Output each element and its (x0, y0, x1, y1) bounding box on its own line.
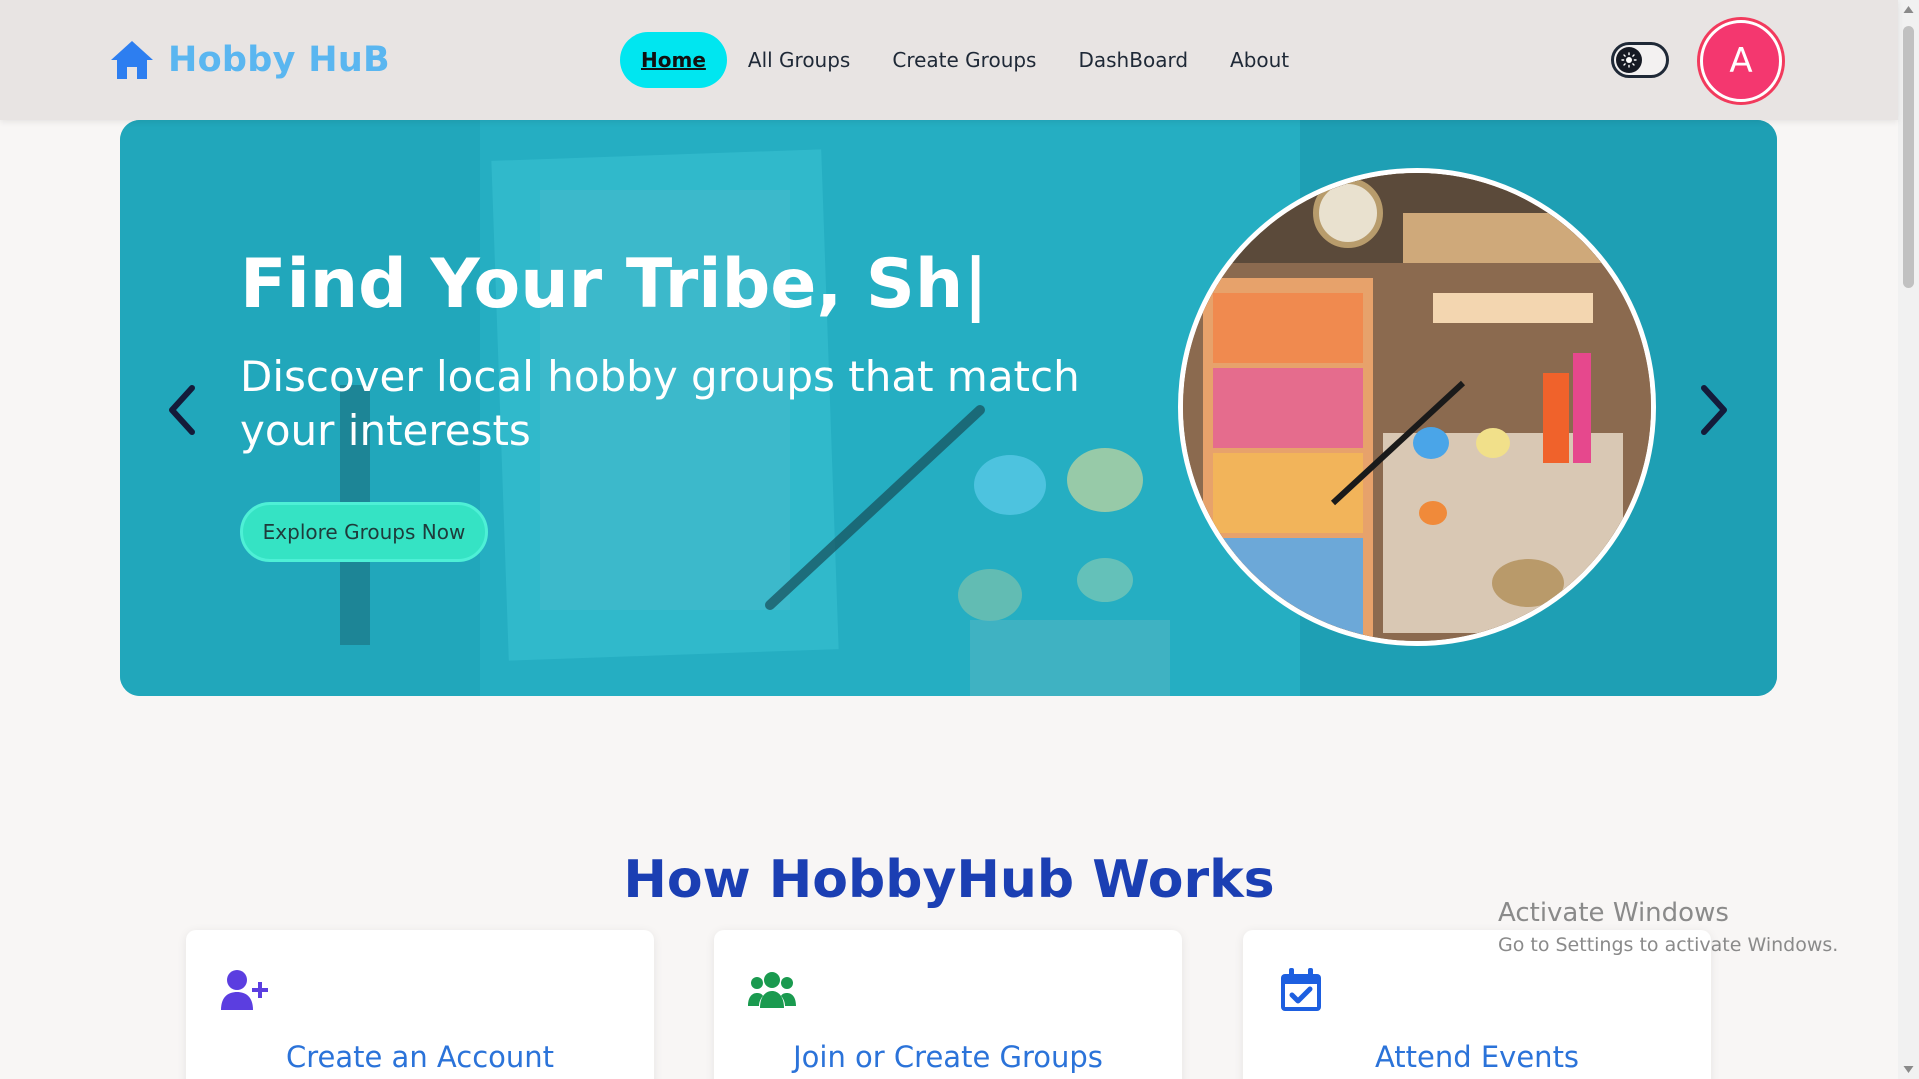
nav-all-groups[interactable]: All Groups (727, 32, 871, 88)
page-scrollbar[interactable] (1898, 0, 1919, 1079)
feature-card-title: Attend Events (1374, 1040, 1580, 1074)
carousel-prev-button[interactable] (158, 382, 206, 438)
feature-card-title: Create an Account (285, 1040, 555, 1074)
nav-about[interactable]: About (1209, 32, 1310, 88)
nav-home[interactable]: Home (620, 32, 727, 88)
avatar-initial: A (1729, 41, 1753, 81)
theme-toggle[interactable] (1611, 42, 1669, 78)
brand-name: Hobby HuB (168, 40, 391, 80)
main-nav: Home All Groups Create Groups DashBoard … (620, 32, 1310, 88)
carousel-next-button[interactable] (1690, 382, 1738, 438)
hero-title: Find Your Tribe, Sh| (240, 245, 989, 324)
feature-card-create-account: Create an Account (186, 930, 654, 1079)
sun-icon (1616, 47, 1642, 73)
home-icon (111, 41, 153, 79)
users-icon (748, 972, 796, 1008)
scroll-up-arrow-icon[interactable] (1902, 3, 1915, 16)
watermark-subtitle: Go to Settings to activate Windows. (1498, 934, 1839, 956)
brand-link[interactable]: Hobby HuB (108, 36, 390, 84)
watermark-title: Activate Windows (1498, 898, 1729, 928)
chevron-right-icon (1701, 385, 1727, 435)
activate-windows-watermark: Activate Windows Go to Settings to activ… (1498, 896, 1838, 960)
explore-groups-button[interactable]: Explore Groups Now (240, 502, 488, 562)
chevron-left-icon (169, 385, 195, 435)
hero-art-supplies-image (1178, 168, 1656, 646)
hero-subtitle: Discover local hobby groups that match y… (240, 352, 1080, 455)
navbar: Hobby HuB Home All Groups Create Groups … (0, 0, 1898, 120)
scrollbar-thumb[interactable] (1903, 26, 1914, 288)
scroll-down-arrow-icon[interactable] (1902, 1063, 1915, 1076)
hero-slider: Find Your Tribe, Sh| Discover local hobb… (120, 120, 1777, 696)
user-plus-icon (221, 970, 268, 1010)
nav-create-groups[interactable]: Create Groups (871, 32, 1057, 88)
feature-card-title: Join or Create Groups (793, 1040, 1103, 1074)
calendar-check-icon (1281, 968, 1321, 1011)
nav-dashboard[interactable]: DashBoard (1057, 32, 1209, 88)
feature-card-join-groups: Join or Create Groups (714, 930, 1182, 1079)
user-avatar[interactable]: A (1700, 20, 1782, 102)
